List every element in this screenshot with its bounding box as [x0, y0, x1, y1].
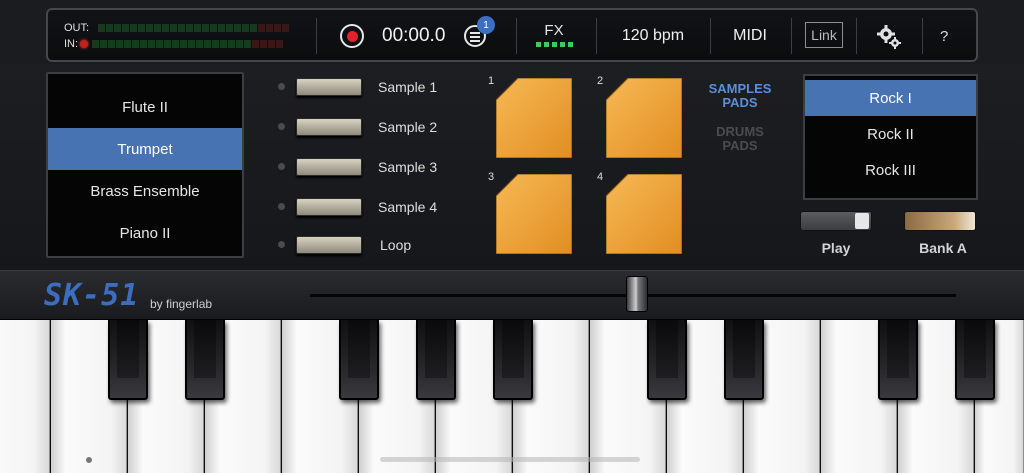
bank-item[interactable]: Rock III [805, 152, 976, 188]
preset-list[interactable]: Flute II Trumpet Brass Ensemble Piano II [46, 72, 244, 258]
drums-pads-mode[interactable]: DRUMS PADS [700, 125, 780, 153]
top-toolbar: OUT: IN: 00:00.0 1 FX 120 bpm MIDI Link [46, 8, 978, 62]
link-button[interactable]: Link [805, 22, 843, 48]
time-display: 00:00.0 [382, 25, 446, 46]
gear-icon[interactable] [876, 24, 902, 50]
notification-badge: 1 [477, 16, 495, 34]
black-key[interactable] [955, 320, 995, 400]
sample-row-4: Sample 4 [276, 197, 456, 217]
home-indicator[interactable] [380, 457, 640, 462]
black-key[interactable] [647, 320, 687, 400]
preset-item[interactable]: Brass Ensemble [48, 170, 242, 212]
sample-label: Sample 2 [378, 119, 438, 135]
sample-led [278, 203, 285, 210]
sample-4-button[interactable] [296, 198, 362, 216]
black-key[interactable] [185, 320, 225, 400]
input-clip-led [80, 40, 88, 48]
play-label: Play [821, 240, 851, 256]
bank-list[interactable]: Rock I Rock II Rock III [803, 74, 978, 200]
fx-label: FX [544, 22, 564, 39]
out-meter-bars [98, 24, 289, 32]
page-dot [86, 457, 92, 463]
sample-row-3: Sample 3 [276, 157, 456, 177]
black-key[interactable] [108, 320, 148, 400]
preset-item-selected[interactable]: Trumpet [48, 128, 242, 170]
instrument-panel: Flute II Trumpet Brass Ensemble Piano II… [0, 64, 1024, 270]
divider [596, 18, 597, 54]
sample-row-loop: Loop [276, 235, 456, 255]
sample-3-button[interactable] [296, 158, 362, 176]
loop-button[interactable] [296, 236, 362, 254]
sample-1-button[interactable] [296, 78, 362, 96]
help-button[interactable]: ? [940, 28, 948, 45]
app-logo: SK-51 [44, 278, 140, 313]
sample-led [278, 241, 285, 248]
pad-number: 3 [488, 171, 495, 183]
pitch-slider-thumb[interactable] [626, 276, 648, 312]
sample-2-button[interactable] [296, 118, 362, 136]
divider [791, 18, 792, 54]
piano-keyboard [0, 320, 1024, 473]
pad-number: 1 [488, 75, 495, 87]
fx-button[interactable]: FX [534, 22, 574, 47]
brand-strip: SK-51 by fingerlab [0, 270, 1024, 320]
divider [316, 18, 317, 54]
pad-4[interactable] [606, 174, 682, 254]
play-switch[interactable] [800, 211, 872, 231]
sample-led [278, 123, 285, 130]
midi-button[interactable]: MIDI [725, 27, 775, 45]
pad-number: 2 [597, 75, 604, 87]
divider [922, 18, 923, 54]
sample-label: Sample 1 [378, 79, 438, 95]
pad-3[interactable] [496, 174, 572, 254]
sample-led [278, 163, 285, 170]
preset-item[interactable]: Flute II [48, 86, 242, 128]
black-key[interactable] [493, 320, 533, 400]
byline: by fingerlab [150, 297, 213, 311]
level-meters: OUT: IN: [64, 20, 314, 52]
pad-2[interactable] [606, 78, 682, 158]
divider [516, 18, 517, 54]
out-label: OUT: [64, 22, 90, 34]
white-key[interactable] [0, 320, 50, 473]
fx-indicator-leds [534, 42, 574, 47]
black-key[interactable] [724, 320, 764, 400]
pad-number: 4 [597, 171, 604, 183]
divider [710, 18, 711, 54]
sample-row-1: Sample 1 [276, 77, 456, 97]
bank-label: Bank A [919, 240, 967, 256]
samples-pads-mode[interactable]: SAMPLES PADS [700, 82, 780, 110]
tempo-button[interactable]: 120 bpm [613, 27, 693, 45]
sample-label: Loop [380, 237, 412, 253]
black-key[interactable] [416, 320, 456, 400]
sample-row-2: Sample 2 [276, 117, 456, 137]
bank-item-selected[interactable]: Rock I [805, 80, 976, 116]
black-key[interactable] [339, 320, 379, 400]
sample-led [278, 83, 285, 90]
in-meter-bars [92, 40, 283, 48]
bank-switch[interactable] [904, 211, 976, 231]
record-icon[interactable] [340, 24, 364, 48]
out-meter: OUT: [64, 20, 314, 36]
bank-item[interactable]: Rock II [805, 116, 976, 152]
preset-item[interactable]: Piano II [48, 212, 242, 254]
sample-label: Sample 4 [378, 199, 438, 215]
black-key[interactable] [878, 320, 918, 400]
divider [856, 18, 857, 54]
pad-1[interactable] [496, 78, 572, 158]
in-meter: IN: [64, 36, 314, 52]
sample-label: Sample 3 [378, 159, 438, 175]
